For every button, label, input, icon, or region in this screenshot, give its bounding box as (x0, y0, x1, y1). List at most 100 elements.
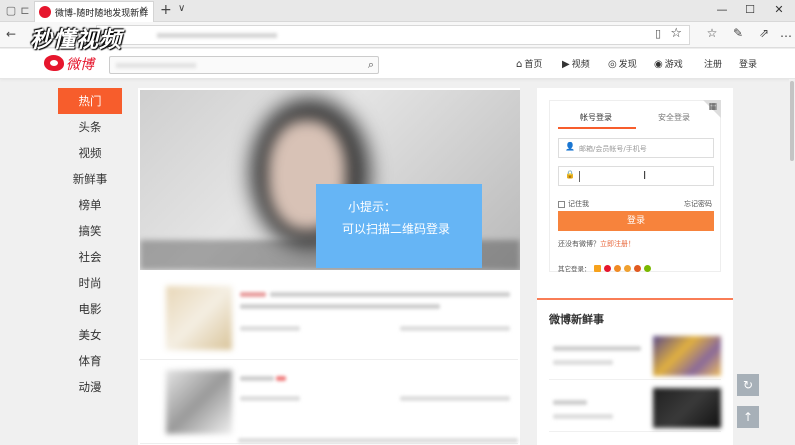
leftnav-item-movie[interactable]: 电影 (58, 296, 122, 322)
tab-back-icon[interactable]: ⊏ (18, 4, 32, 18)
favorite-star-icon[interactable]: ☆ (670, 26, 682, 41)
social-login-icon[interactable] (623, 264, 631, 272)
feed-tag-blurred (240, 292, 266, 297)
social-login-icon[interactable] (603, 264, 611, 272)
maximize-button[interactable]: ☐ (742, 3, 758, 16)
tab-list-chevron-icon[interactable]: ∨ (178, 3, 185, 14)
login-button[interactable]: 登录 (558, 211, 714, 231)
scrollbar-thumb[interactable] (790, 81, 794, 161)
fresh-text-blurred (553, 360, 613, 365)
social-login-icon[interactable] (593, 264, 601, 272)
leftnav-item-sports[interactable]: 体育 (58, 348, 122, 374)
tip-overlay: 小提示： 可以扫描二维码登录 (316, 184, 482, 268)
tab-close-icon[interactable]: ✕ (140, 5, 148, 16)
qr-code-icon[interactable]: ▦ (708, 102, 717, 112)
leftnav-item-headline[interactable]: 头条 (58, 114, 122, 140)
new-tab-button[interactable]: + (160, 2, 172, 18)
leftnav-item-fresh[interactable]: 新鲜事 (58, 166, 122, 192)
url-input[interactable]: ▯ ☆ (96, 25, 690, 45)
username-placeholder: 邮箱/会员帐号/手机号 (579, 145, 647, 153)
web-note-pen-icon[interactable]: ✎ (730, 26, 746, 40)
nav-game[interactable]: ◉ 游戏 (654, 57, 683, 70)
page-scrollbar[interactable] (789, 79, 795, 445)
feed-text-blurred (240, 304, 440, 309)
section-divider (537, 298, 733, 300)
leftnav-item-funny[interactable]: 搞笑 (58, 218, 122, 244)
nav-register[interactable]: 注册 (704, 57, 722, 70)
browser-tab-bar: ▢ ⊏ 微博-随时随地发现新鲜 ✕ + ∨ — ☐ ✕ (0, 0, 795, 22)
reading-view-icon[interactable]: ▯ (655, 27, 661, 40)
compass-icon: ◎ (608, 59, 617, 70)
leftnav-item-ranking[interactable]: 榜单 (58, 192, 122, 218)
fresh-thumbnail (653, 388, 721, 428)
ibeam-cursor-icon: I (643, 169, 647, 182)
fresh-list-item[interactable] (549, 386, 721, 432)
remember-me-checkbox[interactable]: 记住我 (558, 199, 589, 209)
feed-meta-blurred (240, 326, 300, 331)
url-text-blurred (157, 33, 277, 38)
tab-title: 微博-随时随地发现新鲜 (55, 9, 149, 19)
nav-discover[interactable]: ◎ 发现 (608, 57, 637, 70)
feed-text-blurred (238, 438, 518, 443)
register-prompt: 还没有微博？立即注册！ (558, 239, 635, 249)
fresh-list-item[interactable] (549, 334, 721, 380)
leftnav-item-society[interactable]: 社会 (58, 244, 122, 270)
user-icon: 👤 (565, 142, 575, 151)
forgot-password-link[interactable]: 忘记密码 (684, 199, 712, 209)
feed-item[interactable] (140, 280, 518, 360)
leftnav-item-beauty[interactable]: 美女 (58, 322, 122, 348)
nav-video[interactable]: ▶ 视频 (562, 57, 590, 70)
other-login-label: 其它登录： (558, 265, 591, 273)
search-placeholder-blurred (116, 63, 196, 68)
fresh-text-blurred (553, 346, 641, 351)
tab-secure-login[interactable]: 安全登录 (658, 112, 690, 123)
other-login-row: 其它登录： (558, 263, 651, 273)
feed-text-blurred (240, 376, 274, 381)
feed-item[interactable] (140, 364, 518, 444)
video-watermark: 秒懂视频 (30, 28, 123, 53)
search-input[interactable]: ⌕ (109, 56, 379, 74)
password-field[interactable]: 🔒 I (558, 166, 714, 186)
social-login-icon[interactable] (633, 264, 641, 272)
close-window-button[interactable]: ✕ (771, 3, 787, 16)
weibo-logo-icon[interactable] (44, 55, 64, 71)
lock-icon: 🔒 (565, 170, 575, 179)
leftnav-item-video[interactable]: 视频 (58, 140, 122, 166)
tab-grid-icon[interactable]: ▢ (4, 4, 18, 18)
tip-body: 可以扫描二维码登录 (342, 222, 451, 236)
fresh-section-title: 微博新鲜事 (549, 313, 604, 326)
back-arrow-icon[interactable]: ← (6, 27, 16, 41)
checkbox-icon[interactable] (558, 200, 565, 208)
search-icon[interactable]: ⌕ (368, 58, 374, 72)
tab-account-login[interactable]: 帐号登录 (580, 112, 612, 123)
leftnav-item-hot[interactable]: 热门 (58, 88, 122, 114)
social-login-icon[interactable] (613, 264, 621, 272)
feed-tag-blurred (276, 376, 286, 381)
feed-actions-blurred (400, 396, 510, 401)
leftnav-item-fashion[interactable]: 时尚 (58, 270, 122, 296)
social-login-icon[interactable] (643, 264, 651, 272)
register-link[interactable]: 立即注册！ (600, 240, 635, 248)
gamepad-icon: ◉ (654, 59, 663, 70)
feed-meta-blurred (240, 396, 300, 401)
nav-login[interactable]: 登录 (739, 57, 757, 70)
weibo-logo-text[interactable]: 微博 (66, 54, 94, 74)
feed-thumbnail (166, 286, 232, 350)
favorites-hub-icon[interactable]: ☆ (704, 26, 720, 40)
leftnav-item-anime[interactable]: 动漫 (58, 374, 122, 400)
tip-title: 小提示： (348, 200, 397, 214)
more-menu-icon[interactable]: … (778, 26, 794, 40)
browser-tab[interactable]: 微博-随时随地发现新鲜 ✕ (34, 1, 154, 22)
fresh-text-blurred (553, 400, 587, 405)
active-tab-underline (558, 127, 636, 129)
login-card: ▦ 帐号登录 安全登录 👤 邮箱/会员帐号/手机号 🔒 I 记住我 忘记密码 登… (549, 100, 721, 273)
home-icon: ⌂ (516, 59, 523, 70)
back-to-top-button[interactable]: ↑ (737, 406, 759, 428)
share-icon[interactable]: ⇗ (756, 26, 772, 40)
nav-home[interactable]: ⌂ 首页 (516, 57, 542, 70)
right-sidebar: ▦ 帐号登录 安全登录 👤 邮箱/会员帐号/手机号 🔒 I 记住我 忘记密码 登… (537, 88, 733, 445)
feed-actions-blurred (400, 326, 510, 331)
username-field[interactable]: 👤 邮箱/会员帐号/手机号 (558, 138, 714, 158)
minimize-button[interactable]: — (714, 3, 730, 16)
refresh-button[interactable]: ↻ (737, 374, 759, 396)
